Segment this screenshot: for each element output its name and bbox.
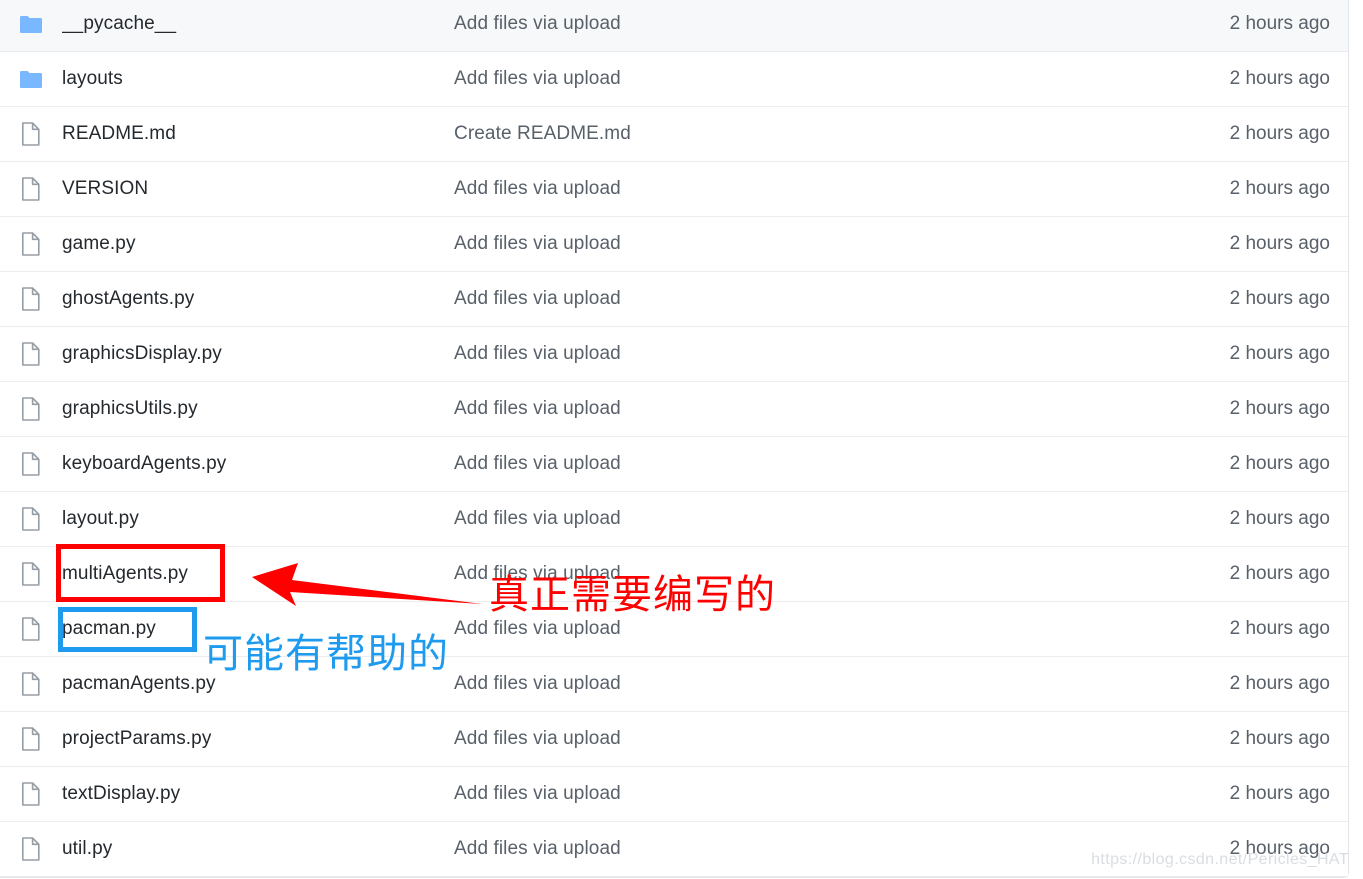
table-row[interactable]: multiAgents.py Add files via upload 2 hour… (0, 547, 1348, 602)
file-name-link[interactable]: VERSION (62, 178, 454, 200)
commit-message-link[interactable]: Add files via upload (454, 233, 1148, 255)
file-name-link[interactable]: ghostAgents.py (62, 288, 454, 310)
commit-message-link[interactable]: Add files via upload (454, 178, 1148, 200)
commit-message-link[interactable]: Add files via upload (454, 68, 1148, 90)
commit-message-link[interactable]: Create README.md (454, 123, 1148, 145)
file-name-link[interactable]: game.py (62, 233, 454, 255)
table-row[interactable]: game.py Add files via upload 2 hours ago (0, 217, 1348, 272)
file-name-link[interactable]: graphicsUtils.py (62, 398, 454, 420)
commit-message-link[interactable]: Add files via upload (454, 783, 1148, 805)
commit-time: 2 hours ago (1229, 673, 1330, 694)
commit-message-link[interactable]: Add files via upload (454, 288, 1148, 310)
commit-time: 2 hours ago (1229, 453, 1330, 474)
file-list-table: __pycache__ Add files via upload 2 hours a… (0, 0, 1349, 878)
commit-time: 2 hours ago (1229, 563, 1330, 584)
commit-time: 2 hours ago (1229, 68, 1330, 89)
commit-time: 2 hours ago (1229, 123, 1330, 144)
file-name-link[interactable]: pacmanAgents.py (62, 673, 454, 695)
file-name-link[interactable]: keyboardAgents.py (62, 453, 454, 475)
commit-message-link[interactable]: Add files via upload (454, 398, 1148, 420)
file-name-link[interactable]: pacman.py (62, 618, 454, 640)
file-icon (0, 617, 62, 641)
commit-message-link[interactable]: Add files via upload (454, 563, 1148, 585)
commit-message-link[interactable]: Add files via upload (454, 838, 1148, 860)
commit-message-link[interactable]: Add files via upload (454, 618, 1148, 640)
table-row[interactable]: VERSION Add files via upload 2 hours ago (0, 162, 1348, 217)
file-name-link[interactable]: layouts (62, 68, 454, 90)
folder-icon (0, 14, 62, 34)
commit-message-link[interactable]: Add files via upload (454, 728, 1148, 750)
table-row[interactable]: pacman.py Add files via upload 2 hours ago (0, 602, 1348, 657)
repo-file-browser-screenshot: __pycache__ Add files via upload 2 hours a… (0, 0, 1363, 879)
file-icon (0, 562, 62, 586)
watermark: https://blog.csdn.net/Pericles_HAT (1091, 851, 1349, 868)
commit-time: 2 hours ago (1229, 728, 1330, 749)
table-row[interactable]: projectParams.py Add files via upload 2 ho… (0, 712, 1348, 767)
commit-time: 2 hours ago (1229, 233, 1330, 254)
table-row[interactable]: __pycache__ Add files via upload 2 hours a… (0, 0, 1348, 52)
table-row[interactable]: graphicsDisplay.py Add files via upload 2 … (0, 327, 1348, 382)
file-name-link[interactable]: __pycache__ (62, 13, 454, 35)
file-icon (0, 837, 62, 861)
file-name-link[interactable]: util.py (62, 838, 454, 860)
file-icon (0, 177, 62, 201)
file-icon (0, 507, 62, 531)
file-icon (0, 672, 62, 696)
file-name-link[interactable]: layout.py (62, 508, 454, 530)
table-row[interactable]: layout.py Add files via upload 2 hours ago (0, 492, 1348, 547)
file-name-link[interactable]: projectParams.py (62, 728, 454, 750)
commit-time: 2 hours ago (1229, 783, 1330, 804)
commit-message-link[interactable]: Add files via upload (454, 673, 1148, 695)
file-icon (0, 287, 62, 311)
file-icon (0, 397, 62, 421)
table-row[interactable]: pacmanAgents.py Add files via upload 2 hou… (0, 657, 1348, 712)
file-icon (0, 782, 62, 806)
commit-time: 2 hours ago (1229, 398, 1330, 419)
file-icon (0, 452, 62, 476)
file-name-link[interactable]: README.md (62, 123, 454, 145)
table-row[interactable]: layouts Add files via upload 2 hours ago (0, 52, 1348, 107)
table-row[interactable]: README.md Create README.md 2 hours ago (0, 107, 1348, 162)
commit-message-link[interactable]: Add files via upload (454, 13, 1148, 35)
commit-time: 2 hours ago (1229, 178, 1330, 199)
file-icon (0, 342, 62, 366)
file-icon (0, 727, 62, 751)
table-row[interactable]: keyboardAgents.py Add files via upload 2 h… (0, 437, 1348, 492)
commit-time: 2 hours ago (1229, 343, 1330, 364)
commit-message-link[interactable]: Add files via upload (454, 453, 1148, 475)
commit-time: 2 hours ago (1229, 288, 1330, 309)
file-name-link[interactable]: multiAgents.py (62, 563, 454, 585)
table-row[interactable]: ghostAgents.py Add files via upload 2 hour… (0, 272, 1348, 327)
file-icon (0, 232, 62, 256)
commit-message-link[interactable]: Add files via upload (454, 343, 1148, 365)
folder-icon (0, 69, 62, 89)
file-name-link[interactable]: textDisplay.py (62, 783, 454, 805)
table-row[interactable]: textDisplay.py Add files via upload 2 hour… (0, 767, 1348, 822)
table-row[interactable]: graphicsUtils.py Add files via upload 2 ho… (0, 382, 1348, 437)
file-name-link[interactable]: graphicsDisplay.py (62, 343, 454, 365)
commit-time: 2 hours ago (1229, 13, 1330, 34)
file-icon (0, 122, 62, 146)
commit-message-link[interactable]: Add files via upload (454, 508, 1148, 530)
commit-time: 2 hours ago (1229, 508, 1330, 529)
commit-time: 2 hours ago (1229, 618, 1330, 639)
